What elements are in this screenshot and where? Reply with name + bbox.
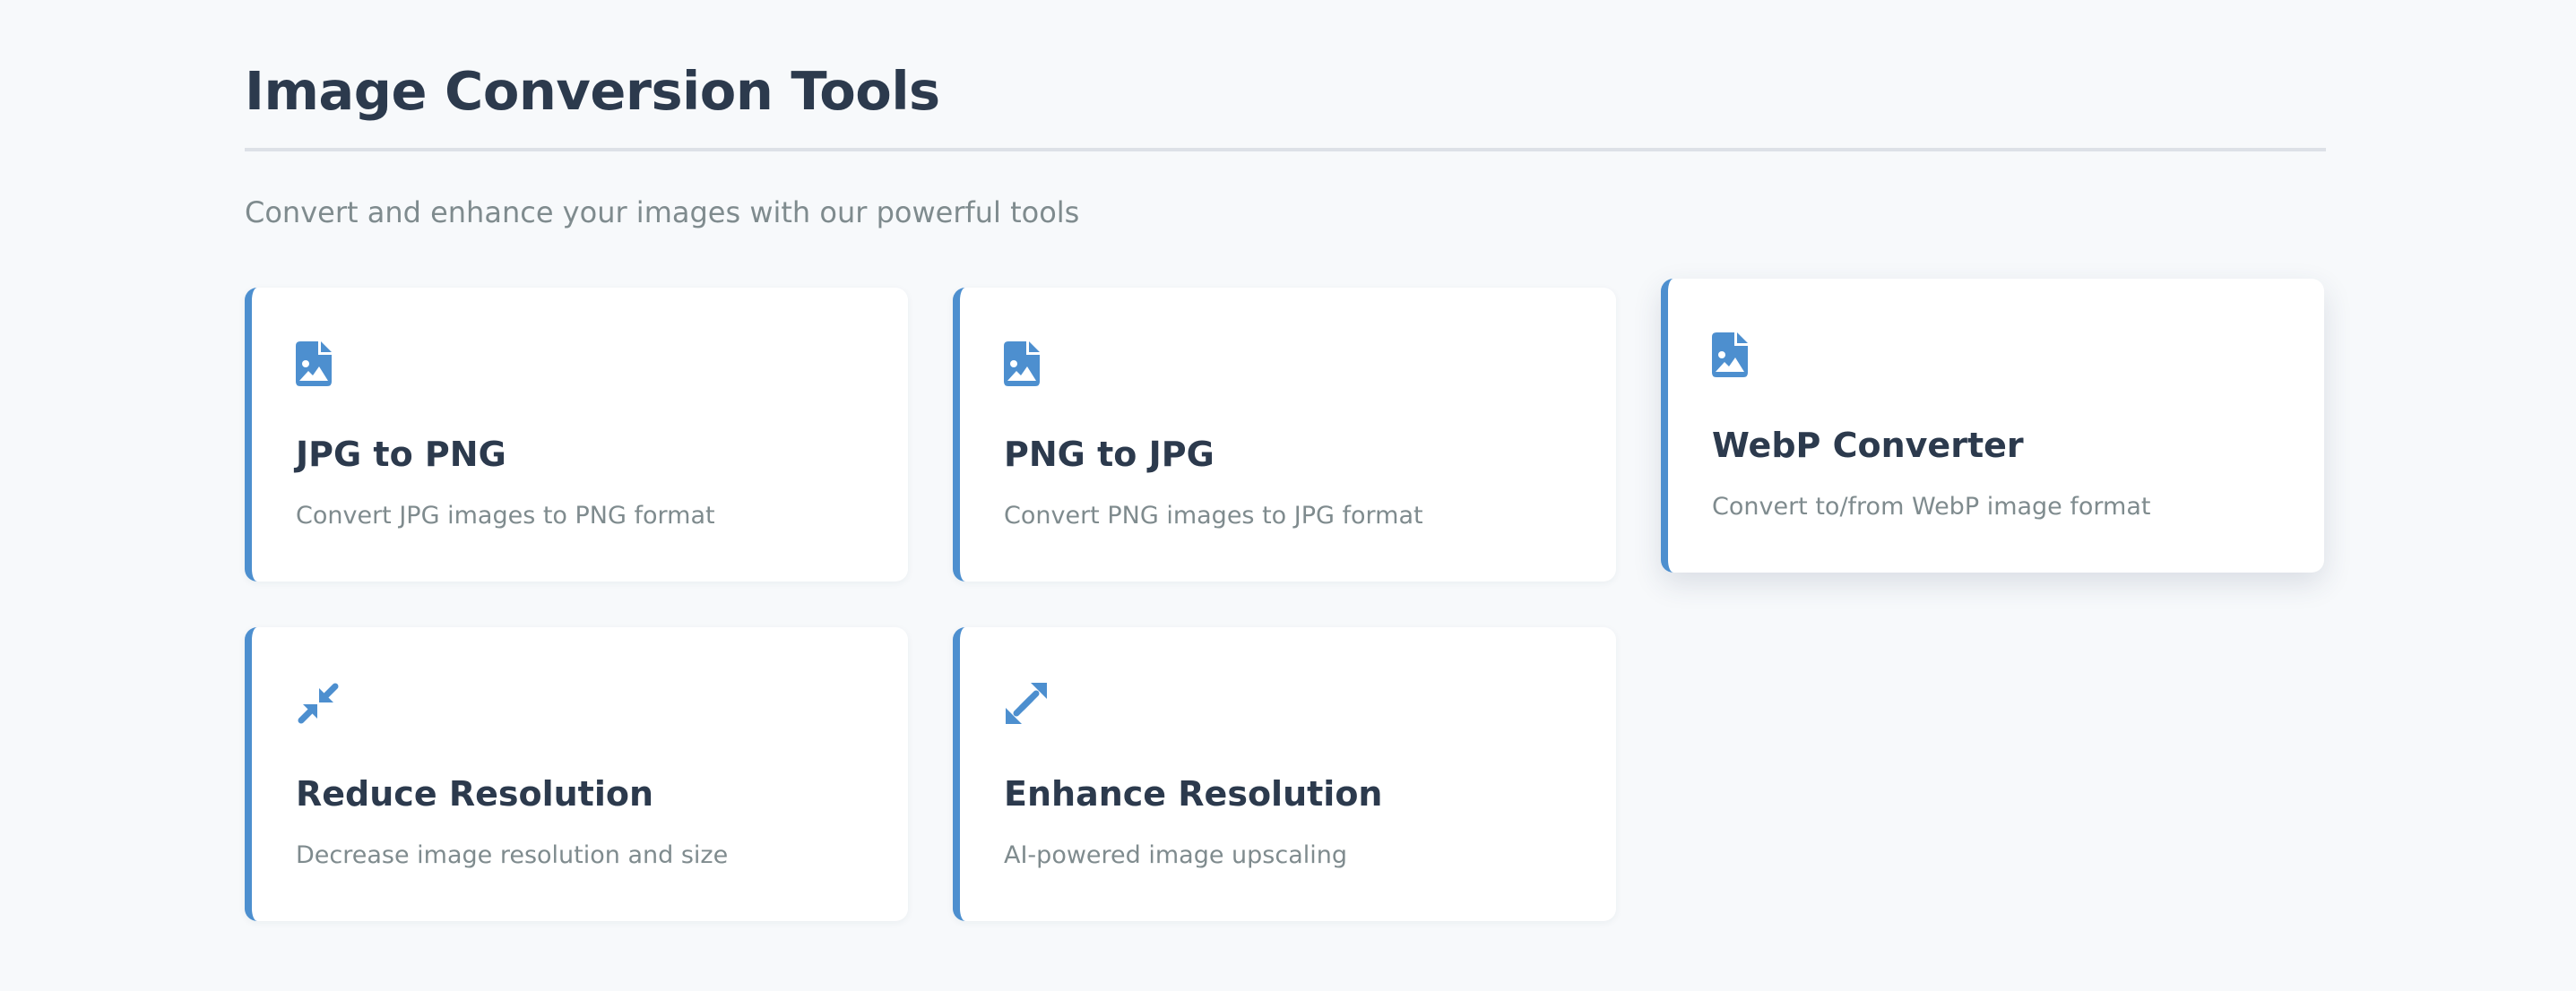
tool-card-title: JPG to PNG xyxy=(296,435,506,474)
tool-card-title: WebP Converter xyxy=(1712,426,2024,465)
tool-card-description: Convert PNG images to JPG format xyxy=(1004,502,1423,530)
compress-arrows-icon xyxy=(296,681,346,731)
tool-card-title: Reduce Resolution xyxy=(296,774,653,814)
file-image-icon xyxy=(1712,332,1762,383)
tool-card-png-to-jpg[interactable]: PNG to JPG Convert PNG images to JPG for… xyxy=(953,288,1616,582)
tool-card-description: Decrease image resolution and size xyxy=(296,841,729,869)
expand-arrows-icon xyxy=(1004,681,1054,731)
page-subtitle: Convert and enhance your images with our… xyxy=(245,195,1080,229)
tool-card-description: Convert to/from WebP image format xyxy=(1712,493,2151,521)
tool-card-title: Enhance Resolution xyxy=(1004,774,1383,814)
tool-card-title: PNG to JPG xyxy=(1004,435,1215,474)
page-title: Image Conversion Tools xyxy=(245,60,940,122)
tool-card-jpg-to-png[interactable]: JPG to PNG Convert JPG images to PNG for… xyxy=(245,288,908,582)
file-image-icon xyxy=(296,341,346,392)
file-image-icon xyxy=(1004,341,1054,392)
tool-card-reduce-resolution[interactable]: Reduce Resolution Decrease image resolut… xyxy=(245,627,908,921)
tool-card-description: AI-powered image upscaling xyxy=(1004,841,1348,869)
title-divider xyxy=(245,148,2326,151)
tool-card-enhance-resolution[interactable]: Enhance Resolution AI-powered image upsc… xyxy=(953,627,1616,921)
tool-card-webp-converter[interactable]: WebP Converter Convert to/from WebP imag… xyxy=(1661,279,2324,573)
tool-card-description: Convert JPG images to PNG format xyxy=(296,502,715,530)
